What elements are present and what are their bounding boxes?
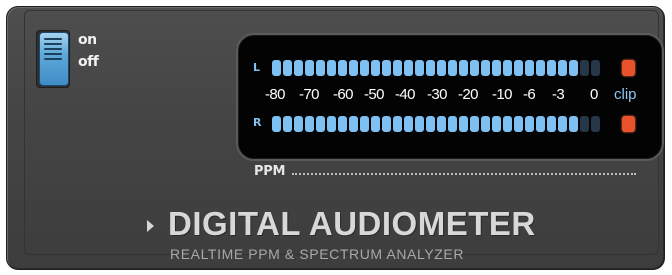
left-meter-segment bbox=[371, 60, 380, 76]
left-meter-segment bbox=[448, 60, 457, 76]
left-clip-led bbox=[622, 60, 635, 76]
left-meter-segment bbox=[492, 60, 501, 76]
right-meter-segment bbox=[437, 116, 446, 132]
db-tick-label: -50 bbox=[364, 86, 384, 103]
right-meter-segment bbox=[305, 116, 314, 132]
right-meter-segment bbox=[591, 116, 600, 132]
left-meter-segment bbox=[360, 60, 369, 76]
ppm-label: PPM bbox=[254, 164, 286, 179]
left-meter-segment bbox=[437, 60, 446, 76]
right-meter-segment bbox=[360, 116, 369, 132]
left-meter-segment bbox=[404, 60, 413, 76]
right-meter-segment bbox=[481, 116, 490, 132]
db-tick-label: -70 bbox=[299, 86, 319, 103]
clip-label: clip bbox=[614, 86, 637, 103]
right-meter-segment bbox=[547, 116, 556, 132]
left-meter-segment bbox=[525, 60, 534, 76]
ppm-dotted-line bbox=[292, 173, 636, 175]
db-tick-label: -20 bbox=[458, 86, 478, 103]
left-meter-segment bbox=[536, 60, 545, 76]
right-meter-segment bbox=[382, 116, 391, 132]
product-subtitle: REALTIME PPM & SPECTRUM ANALYZER bbox=[170, 246, 465, 262]
db-tick-label: -80 bbox=[265, 86, 285, 103]
switch-on-label: on bbox=[78, 32, 97, 48]
db-tick-label: 0 bbox=[590, 86, 598, 103]
right-meter-segment bbox=[525, 116, 534, 132]
right-meter-segment bbox=[393, 116, 402, 132]
switch-off-label: off bbox=[78, 54, 99, 70]
db-tick-label: -3 bbox=[552, 86, 565, 103]
right-meter-segment bbox=[426, 116, 435, 132]
db-tick-label: -30 bbox=[427, 86, 447, 103]
left-meter-segment bbox=[470, 60, 479, 76]
left-meter-segment bbox=[272, 60, 281, 76]
right-meter-segment bbox=[415, 116, 424, 132]
left-meter-segment bbox=[415, 60, 424, 76]
right-meter-segment bbox=[371, 116, 380, 132]
right-meter-segment bbox=[448, 116, 457, 132]
left-channel-label: L bbox=[253, 61, 261, 74]
right-meter-segment bbox=[569, 116, 578, 132]
left-meter-segment bbox=[514, 60, 523, 76]
right-meter-segment bbox=[404, 116, 413, 132]
right-meter-segment bbox=[338, 116, 347, 132]
left-meter-segment bbox=[349, 60, 358, 76]
right-meter-segment bbox=[459, 116, 468, 132]
right-meter-segment bbox=[558, 116, 567, 132]
left-meter-segment bbox=[503, 60, 512, 76]
left-meter-segment bbox=[426, 60, 435, 76]
left-meter-segment bbox=[459, 60, 468, 76]
right-meter-segment bbox=[272, 116, 281, 132]
right-meter-segment bbox=[492, 116, 501, 132]
left-meter-segment bbox=[591, 60, 600, 76]
left-meter-segment bbox=[283, 60, 292, 76]
right-meter-segment bbox=[470, 116, 479, 132]
switch-grip-icon bbox=[44, 38, 62, 63]
db-tick-label: -6 bbox=[523, 86, 536, 103]
left-meter-segment bbox=[481, 60, 490, 76]
right-meter-segment bbox=[503, 116, 512, 132]
left-meter-segment bbox=[393, 60, 402, 76]
right-meter-segment bbox=[580, 116, 589, 132]
right-meter-segment bbox=[327, 116, 336, 132]
left-meter-segment bbox=[382, 60, 391, 76]
left-meter-segment bbox=[580, 60, 589, 76]
left-meter-segment bbox=[558, 60, 567, 76]
right-meter-segment bbox=[514, 116, 523, 132]
right-meter-segment bbox=[349, 116, 358, 132]
left-meter-segment bbox=[569, 60, 578, 76]
right-meter-segment bbox=[316, 116, 325, 132]
left-meter-segment bbox=[316, 60, 325, 76]
db-tick-label: -10 bbox=[492, 86, 512, 103]
right-clip-led bbox=[622, 116, 635, 132]
left-meter-segment bbox=[327, 60, 336, 76]
right-meter-segment bbox=[536, 116, 545, 132]
right-meter-segment bbox=[294, 116, 303, 132]
right-meter-segment bbox=[283, 116, 292, 132]
left-meter-segment bbox=[305, 60, 314, 76]
right-channel-label: R bbox=[253, 116, 262, 129]
db-tick-label: -60 bbox=[333, 86, 353, 103]
product-title: DIGITAL AUDIOMETER bbox=[168, 205, 536, 242]
play-arrow-icon[interactable] bbox=[147, 220, 154, 232]
left-meter-segment bbox=[294, 60, 303, 76]
left-meter-segment bbox=[338, 60, 347, 76]
db-tick-label: -40 bbox=[395, 86, 415, 103]
left-meter-segment bbox=[547, 60, 556, 76]
